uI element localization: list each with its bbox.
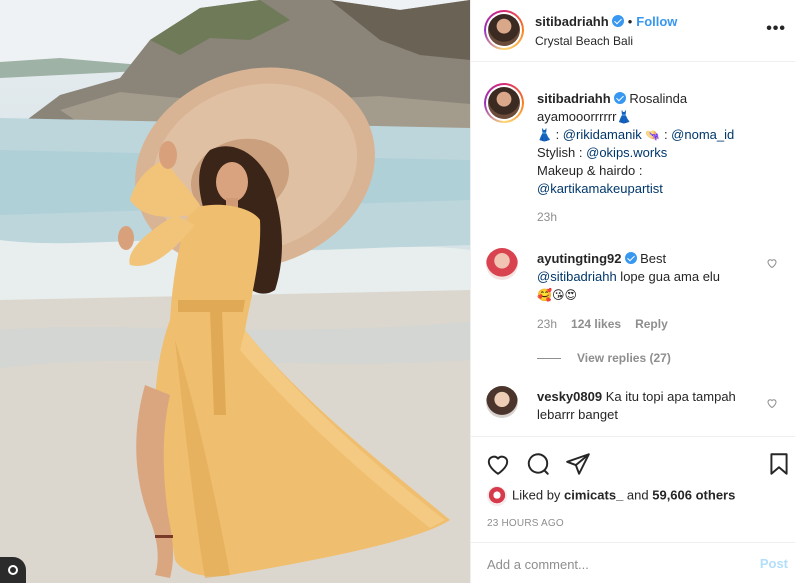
comment-emojis: 🥰😘😍	[537, 288, 577, 302]
add-comment-bar: Post	[471, 542, 795, 583]
author-avatar[interactable]	[484, 10, 524, 50]
liker-avatar[interactable]	[487, 486, 507, 506]
separator-dot: •	[627, 14, 633, 29]
caption-time[interactable]: 23h	[537, 210, 557, 224]
post-timestamp[interactable]: 23 HOURS AGO	[487, 518, 564, 529]
commenter-avatar[interactable]	[486, 386, 518, 418]
commenter-username[interactable]: ayutingting92	[537, 251, 622, 266]
tag-people-icon[interactable]	[0, 557, 26, 583]
post-photo[interactable]	[0, 0, 470, 583]
view-replies-label: View replies (27)	[577, 351, 671, 365]
caption-sep: :	[660, 127, 672, 142]
caption-sep: :	[551, 127, 563, 142]
comment-like-heart-icon[interactable]	[766, 257, 778, 269]
comment-body-2: lope gua ama elu	[616, 269, 721, 284]
commenter-username[interactable]: vesky0809	[537, 389, 602, 404]
likes-prefix: Liked by	[512, 487, 565, 503]
makeup-label: Makeup & hairdo :	[537, 163, 643, 178]
caption-line2: ayamooorrrrrr	[537, 109, 617, 124]
heart-icon[interactable]	[485, 451, 511, 477]
caption-avatar[interactable]	[484, 83, 524, 123]
mention-link[interactable]: @sitibadriahh	[537, 269, 617, 284]
likes-middle: and	[623, 487, 653, 503]
comments-section[interactable]: sitibadriahh Rosalinda ayamooorrrrrr👗 👗 …	[471, 63, 795, 435]
likes-count[interactable]: 59,606 others	[652, 487, 735, 502]
hat-emoji: 👒	[645, 128, 661, 142]
comment-input[interactable]	[487, 554, 737, 574]
comment-meta: 23h 124 likes Reply	[537, 317, 682, 331]
comment-likes[interactable]: 124 likes	[571, 317, 621, 331]
comment-body: Best	[640, 251, 667, 266]
comment-text: ayutingting92 Best @sitibadriahh lope gu…	[537, 250, 767, 304]
verified-badge-icon	[611, 15, 624, 27]
mention-link[interactable]: @rikidamanik	[563, 127, 642, 142]
author-username[interactable]: sitibadriahh	[535, 14, 609, 29]
mention-link[interactable]: @okips.works	[586, 145, 667, 160]
verified-badge-icon	[613, 92, 626, 104]
likes-summary: Liked by cimicats_ and 59,606 others	[487, 486, 735, 506]
commenter-avatar[interactable]	[486, 248, 518, 280]
dress-emoji: 👗	[537, 128, 552, 142]
comment-icon[interactable]	[525, 451, 551, 477]
mention-link[interactable]: @kartikamakeupartist	[537, 181, 663, 196]
view-replies-button[interactable]: View replies (27)	[537, 351, 671, 365]
reply-button[interactable]: Reply	[635, 317, 668, 331]
author-line: sitibadriahh • Follow	[535, 14, 677, 29]
post-side-panel: sitibadriahh • Follow Crystal Beach Bali •…	[470, 0, 795, 583]
comment-text: vesky0809 Ka itu topi apa tampah lebarrr…	[537, 388, 762, 424]
replies-divider	[537, 358, 561, 360]
caption-username[interactable]: sitibadriahh	[537, 91, 611, 106]
post-actions: Liked by cimicats_ and 59,606 others 23 …	[471, 436, 795, 542]
liker-username[interactable]: cimicats_	[564, 487, 623, 502]
comment-time[interactable]: 23h	[537, 317, 557, 331]
mention-link[interactable]: @noma_id	[671, 127, 734, 142]
more-horizontal-icon[interactable]: •••	[766, 20, 786, 38]
stylish-label: Stylish :	[537, 145, 587, 160]
caption-text: sitibadriahh Rosalinda ayamooorrrrrr👗 👗 …	[537, 90, 787, 198]
verified-badge-icon	[624, 252, 637, 264]
dress-emoji: 👗	[616, 110, 632, 124]
bookmark-icon[interactable]	[766, 451, 792, 477]
post-header: sitibadriahh • Follow Crystal Beach Bali •…	[471, 0, 795, 62]
share-icon[interactable]	[565, 451, 591, 477]
caption-line1: Rosalinda	[629, 91, 688, 106]
beach-photo-illustration	[0, 0, 470, 583]
post-comment-button[interactable]: Post	[760, 556, 788, 571]
follow-button[interactable]: Follow	[636, 14, 677, 29]
location-link[interactable]: Crystal Beach Bali	[535, 34, 633, 48]
comment-like-heart-icon[interactable]	[766, 397, 778, 409]
